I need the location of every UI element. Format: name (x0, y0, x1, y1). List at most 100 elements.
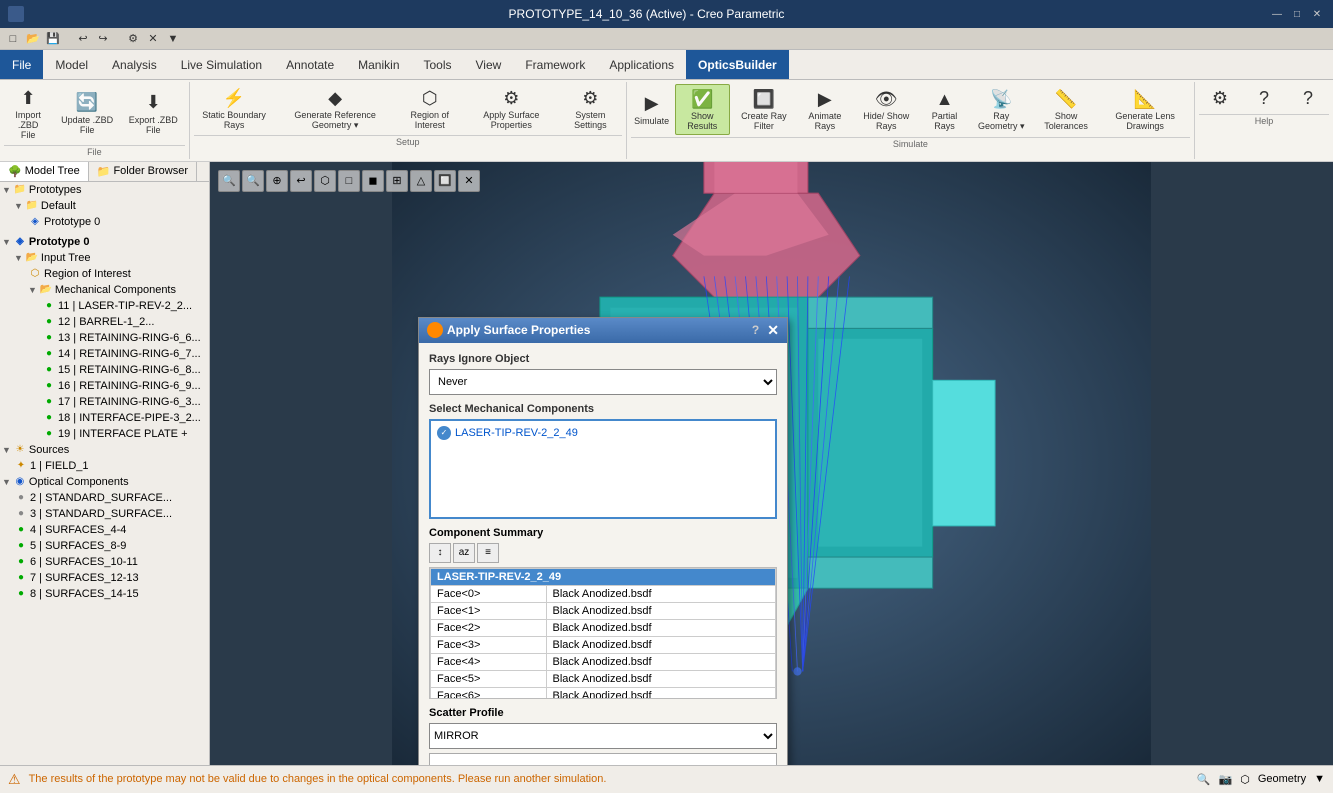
tab-model-tree[interactable]: 🌳 Model Tree (0, 162, 89, 181)
vp-zoom-in[interactable]: 🔍 (218, 170, 240, 192)
ray-geometry-button[interactable]: 📡 Ray Geometry ▾ (971, 85, 1032, 134)
tree-mech-components[interactable]: ▼ 📂 Mechanical Components (0, 282, 209, 298)
show-results-button[interactable]: ✅ Show Results (675, 84, 730, 135)
menu-view[interactable]: View (464, 50, 514, 79)
tree-default[interactable]: ▼ 📁 Default (0, 198, 209, 214)
qa-new[interactable]: □ (4, 30, 22, 48)
tree-item-15[interactable]: ● 15 | RETAINING-RING-6_8... (0, 362, 209, 378)
vp-select[interactable]: 🔲 (434, 170, 456, 192)
tree-item-13[interactable]: ● 13 | RETAINING-RING-6_6... (0, 330, 209, 346)
tree-surfaces-12[interactable]: ● 7 | SURFACES_12-13 (0, 570, 209, 586)
tree-input-tree[interactable]: ▼ 📂 Input Tree (0, 250, 209, 266)
system-settings-button[interactable]: ⚙ System Settings (559, 84, 622, 133)
components-list[interactable]: ✓ LASER-TIP-REV-2_2_49 (429, 419, 777, 519)
rays-ignore-dropdown[interactable]: Never Always By Filter (429, 369, 777, 395)
vp-grid[interactable]: ⊞ (386, 170, 408, 192)
status-icon1[interactable]: 🔍 (1197, 773, 1211, 786)
menu-live-simulation[interactable]: Live Simulation (169, 50, 274, 79)
status-icon2[interactable]: 📷 (1219, 773, 1233, 786)
item15-icon: ● (42, 363, 56, 377)
tree-surfaces-8[interactable]: ● 5 | SURFACES_8-9 (0, 538, 209, 554)
dialog-help-button[interactable]: ? (752, 323, 759, 337)
partial-rays-button[interactable]: ▲ Partial Rays (921, 85, 969, 134)
apply-surface-props-button[interactable]: ⚙ Apply Surface Properties (466, 84, 558, 133)
qa-save[interactable]: 💾 (44, 30, 62, 48)
qa-redo[interactable]: ↪ (94, 30, 112, 48)
tree-item-12[interactable]: ● 12 | BARREL-1_2... (0, 314, 209, 330)
region-of-interest-button[interactable]: ⬡ Region of Interest (396, 84, 464, 133)
menu-model[interactable]: Model (43, 50, 100, 79)
export-zbd-button[interactable]: ⬇ Export .ZBD File (122, 89, 185, 138)
toolbar-simulate-group: ▶ Simulate ✅ Show Results 🔲 Create Ray F… (627, 82, 1195, 159)
tree-surfaces-4[interactable]: ● 4 | SURFACES_4-4 (0, 522, 209, 538)
settings-help-button[interactable]: ⚙ (1199, 84, 1241, 112)
qa-dropdown[interactable]: ▼ (164, 30, 182, 48)
status-dropdown-btn[interactable]: ▼ (1314, 773, 1325, 785)
summary-list-btn[interactable]: ≡ (477, 543, 499, 563)
menu-tools[interactable]: Tools (412, 50, 464, 79)
qa-open[interactable]: 📂 (24, 30, 42, 48)
update-zbd-button[interactable]: 🔄 Update .ZBD File (54, 89, 119, 138)
tree-field1[interactable]: ✦ 1 | FIELD_1 (0, 458, 209, 474)
show-tolerances-button[interactable]: 📏 Show Tolerances (1034, 85, 1098, 134)
gen-ref-geometry-button[interactable]: ◆ Generate Reference Geometry ▾ (276, 84, 394, 133)
summary-sort-btn[interactable]: ↕ (429, 543, 451, 563)
menu-manikin[interactable]: Manikin (346, 50, 411, 79)
gen-lens-drawings-button[interactable]: 📐 Generate Lens Drawings (1100, 85, 1190, 134)
tab-folder-browser[interactable]: 📁 Folder Browser (89, 162, 197, 181)
simulate-button[interactable]: ▶ Simulate (631, 90, 673, 129)
status-icon3[interactable]: ⬡ (1240, 773, 1250, 786)
vp-solid[interactable]: □ (338, 170, 360, 192)
tree-item-17[interactable]: ● 17 | RETAINING-RING-6_3... (0, 394, 209, 410)
menu-opticsbuilder[interactable]: OpticsBuilder (686, 50, 789, 79)
menu-analysis[interactable]: Analysis (100, 50, 169, 79)
tree-item-19[interactable]: ● 19 | INTERFACE PLATE + (0, 426, 209, 442)
tree-std-surface-3[interactable]: ● 3 | STANDARD_SURFACE... (0, 506, 209, 522)
minimize-button[interactable]: — (1269, 6, 1285, 22)
menu-framework[interactable]: Framework (513, 50, 597, 79)
vp-wireframe[interactable]: ⬡ (314, 170, 336, 192)
laser-tip-component-item[interactable]: ✓ LASER-TIP-REV-2_2_49 (435, 425, 771, 441)
qa-close[interactable]: ✕ (144, 30, 162, 48)
tree-sources[interactable]: ▼ ☀ Sources (0, 442, 209, 458)
tree-item-18[interactable]: ● 18 | INTERFACE-PIPE-3_2... (0, 410, 209, 426)
tree-item-14[interactable]: ● 14 | RETAINING-RING-6_7... (0, 346, 209, 362)
vp-triangle[interactable]: △ (410, 170, 432, 192)
help-button1[interactable]: ? (1243, 84, 1285, 112)
summary-scrollable[interactable]: LASER-TIP-REV-2_2_49 Face<0> Black Anodi… (430, 568, 776, 698)
vp-shaded[interactable]: ◼ (362, 170, 384, 192)
qa-undo[interactable]: ↩ (74, 30, 92, 48)
close-button[interactable]: ✕ (1309, 6, 1325, 22)
menu-annotate[interactable]: Annotate (274, 50, 346, 79)
tree-item-16[interactable]: ● 16 | RETAINING-RING-6_9... (0, 378, 209, 394)
dialog-close-button[interactable]: ✕ (767, 322, 779, 339)
maximize-button[interactable]: □ (1289, 6, 1305, 22)
summary-az-btn[interactable]: az (453, 543, 475, 563)
tree-surfaces-14[interactable]: ● 8 | SURFACES_14-15 (0, 586, 209, 602)
window-controls[interactable]: — □ ✕ (1269, 6, 1325, 22)
vp-zoom-out[interactable]: 🔍 (242, 170, 264, 192)
qa-settings[interactable]: ⚙ (124, 30, 142, 48)
tree-prototypes[interactable]: ▼ 📁 Prototypes (0, 182, 209, 198)
vp-fit[interactable]: ⊕ (266, 170, 288, 192)
vp-close-view[interactable]: ✕ (458, 170, 480, 192)
vp-reset[interactable]: ↩ (290, 170, 312, 192)
tree-prototype0-main[interactable]: ▼ ◈ Prototype 0 (0, 234, 209, 250)
menu-applications[interactable]: Applications (597, 50, 686, 79)
tree-prototype0-nested[interactable]: ◈ Prototype 0 (0, 214, 209, 230)
help-button2[interactable]: ? (1287, 84, 1329, 112)
scatter-profile-dropdown[interactable]: MIRROR Lambertian Black Anodized None (429, 723, 777, 749)
tree-std-surface-2[interactable]: ● 2 | STANDARD_SURFACE... (0, 490, 209, 506)
hide-show-rays-button[interactable]: 👁 Hide/ Show Rays (854, 85, 919, 134)
tree-region-interest[interactable]: ⬡ Region of Interest (0, 266, 209, 282)
import-zbd-button[interactable]: ⬆ Import .ZBD File (4, 84, 52, 143)
boundary-rays-button[interactable]: ⚡ Static Boundary Rays (194, 84, 275, 133)
ray-filter-button[interactable]: 🔲 Create Ray Filter (732, 85, 796, 134)
show-results-icon: ✅ (690, 87, 714, 111)
menu-file[interactable]: File (0, 50, 43, 79)
tree-optical-components[interactable]: ▼ ◉ Optical Components (0, 474, 209, 490)
proto0-main-icon: ◈ (13, 235, 27, 249)
tree-item-11[interactable]: ● 11 | LASER-TIP-REV-2_2... (0, 298, 209, 314)
animate-rays-button[interactable]: ▶ Animate Rays (798, 85, 852, 134)
tree-surfaces-10[interactable]: ● 6 | SURFACES_10-11 (0, 554, 209, 570)
